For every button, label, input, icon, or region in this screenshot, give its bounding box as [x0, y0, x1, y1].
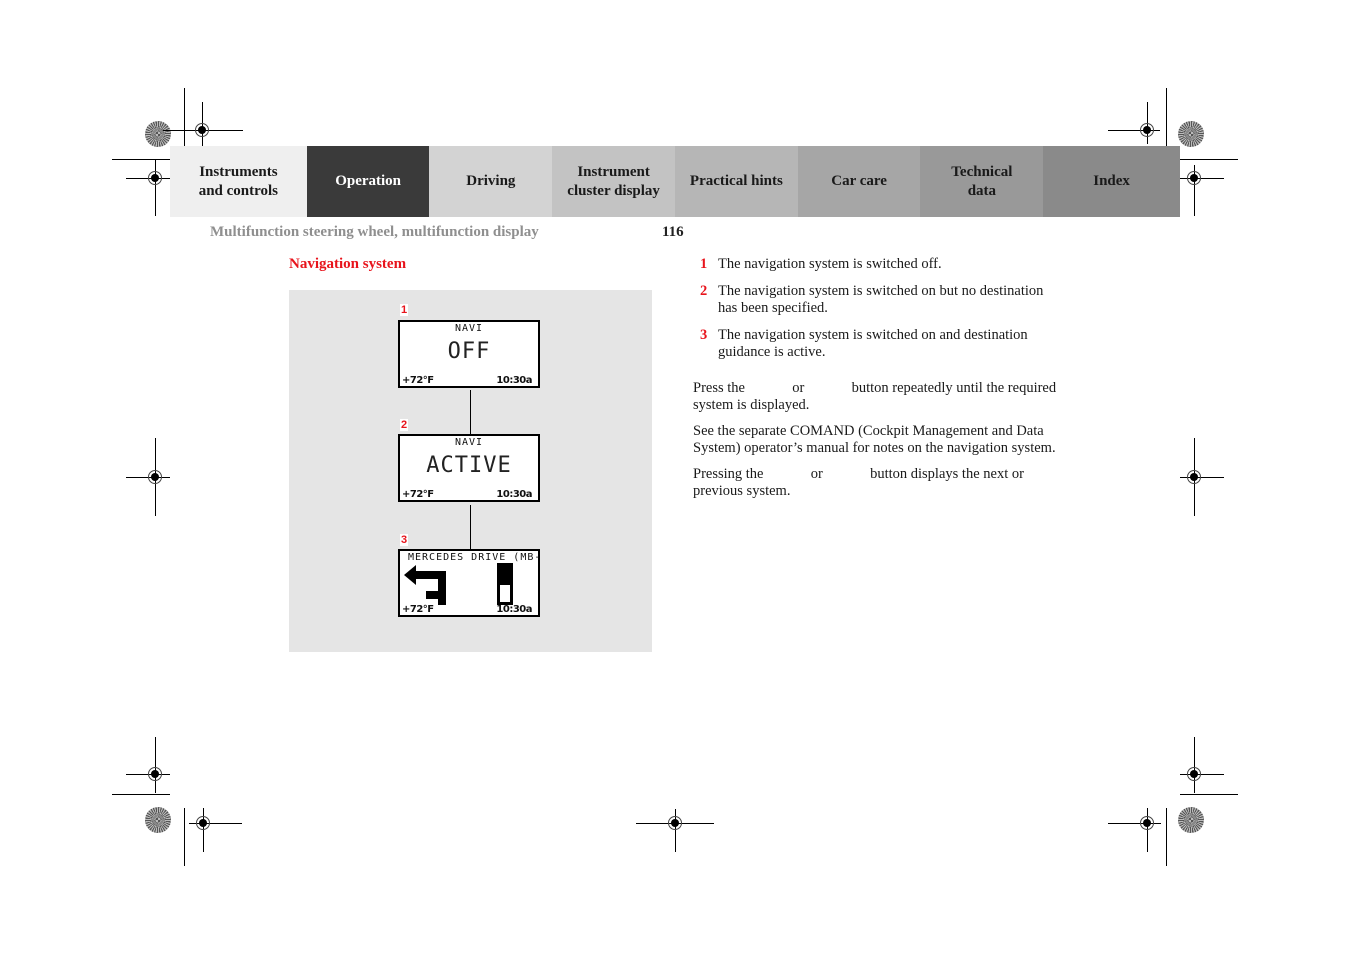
reference-paragraph: See the separate COMAND (Cockpit Managem…: [693, 422, 1056, 457]
section-title: Multifunction steering wheel, multifunct…: [210, 224, 539, 240]
color-rosette-icon: [1178, 121, 1204, 147]
tab-label: Car care: [831, 173, 887, 189]
display-top-text: NAVI: [454, 437, 484, 448]
crop-line: [1180, 794, 1238, 795]
tab-operation[interactable]: Operation: [306, 146, 430, 217]
page-number: 116: [662, 224, 684, 240]
registration-mark-icon: [1187, 171, 1201, 185]
paragraph-text: Press the: [693, 379, 745, 396]
display-label: 1: [400, 304, 409, 316]
legend-item: 3 The navigation system is switched on a…: [693, 327, 1063, 362]
paragraph-text: or: [810, 465, 823, 482]
connector-line: [470, 390, 471, 434]
display-top-text: NAVI: [454, 323, 484, 334]
legend-number: 2: [700, 282, 708, 299]
tab-technical-data[interactable]: Technical data: [920, 146, 1044, 217]
display-label: 2: [400, 419, 409, 431]
tab-label: cluster display: [567, 182, 660, 199]
connector-line: [470, 505, 471, 549]
registration-mark-icon: [196, 816, 210, 830]
registration-mark-icon: [148, 470, 162, 484]
display-route-guidance: MERCEDES DRIVE (MB- +72°F 10:30a: [398, 549, 540, 617]
paragraph-text: button repeatedly until the required sys…: [693, 379, 1057, 414]
tab-instrument-cluster-display[interactable]: Instrument cluster display: [552, 146, 675, 217]
turn-left-arrow-icon: [404, 565, 446, 605]
tab-label: Technical: [951, 163, 1013, 180]
tab-instruments-and-controls[interactable]: Instruments and controls: [170, 146, 307, 217]
display-time: 10:30a: [496, 375, 532, 386]
crop-line: [155, 160, 156, 216]
display-time: 10:30a: [496, 604, 532, 615]
tab-label: data: [967, 182, 997, 199]
legend-number: 3: [700, 326, 708, 343]
distance-bar-icon: [497, 563, 513, 605]
registration-mark-icon: [1140, 123, 1154, 137]
registration-mark-icon: [195, 123, 209, 137]
crop-line: [1180, 159, 1238, 160]
color-rosette-icon: [1178, 807, 1204, 833]
tab-label: Driving: [466, 173, 516, 189]
legend-text: The navigation system is switched on and…: [718, 326, 1028, 361]
registration-mark-icon: [148, 767, 162, 781]
crop-line: [155, 737, 156, 793]
display-navi-off: NAVI OFF +72°F 10:30a: [398, 320, 540, 388]
display-temperature: +72°F: [402, 489, 434, 500]
page-heading: Navigation system: [289, 256, 407, 272]
display-label: 3: [400, 534, 409, 546]
legend-number: 1: [700, 256, 708, 272]
description-column: 1 The navigation system is switched off.…: [693, 256, 1063, 509]
registration-mark-icon: [1187, 470, 1201, 484]
tab-car-care[interactable]: Car care: [797, 146, 921, 217]
tab-label: Index: [1093, 173, 1130, 189]
legend-text: The navigation system is switched on but…: [718, 282, 1044, 317]
crop-line: [112, 159, 170, 160]
display-top-text: MERCEDES DRIVE (MB-: [408, 552, 542, 563]
tab-index[interactable]: Index: [1043, 146, 1180, 217]
crop-line: [1194, 737, 1195, 793]
legend-item: 1 The navigation system is switched off.: [693, 256, 1063, 274]
display-time: 10:30a: [496, 489, 532, 500]
tab-label: Practical hints: [689, 173, 783, 189]
crop-line: [1166, 808, 1167, 866]
chapter-tabs: Instruments and controls Operation Drivin…: [170, 146, 1180, 217]
paragraph-text: or: [792, 379, 805, 396]
crop-line: [203, 808, 204, 852]
registration-mark-icon: [1187, 767, 1201, 781]
color-rosette-icon: [145, 121, 171, 147]
legend-item: 2 The navigation system is switched on b…: [693, 283, 1063, 318]
color-rosette-icon: [145, 807, 171, 833]
crop-line: [184, 88, 185, 146]
crop-line: [112, 794, 170, 795]
tab-practical-hints[interactable]: Practical hints: [674, 146, 798, 217]
display-navi-active: NAVI ACTIVE +72°F 10:30a: [398, 434, 540, 502]
instruction-paragraph: Pressing the or button displays the next…: [693, 466, 1063, 501]
instruction-paragraph: Press the or button repeatedly until the…: [693, 380, 1063, 415]
display-main-text: OFF: [447, 339, 491, 364]
crop-line: [1147, 808, 1148, 852]
tab-label: Instrument: [577, 163, 650, 180]
tab-label: Operation: [335, 173, 402, 189]
crop-line: [184, 808, 185, 866]
registration-mark-icon: [1140, 816, 1154, 830]
registration-mark-icon: [148, 171, 162, 185]
display-temperature: +72°F: [402, 604, 434, 615]
display-temperature: +72°F: [402, 375, 434, 386]
paragraph-text: Pressing the: [693, 465, 764, 482]
tab-label: Instruments: [199, 163, 278, 180]
tab-driving[interactable]: Driving: [429, 146, 553, 217]
display-main-text: ACTIVE: [426, 453, 512, 478]
legend-text: The navigation system is switched off.: [718, 256, 942, 272]
crop-line: [1166, 88, 1167, 146]
tab-label: and controls: [198, 182, 279, 199]
registration-mark-icon: [668, 816, 682, 830]
